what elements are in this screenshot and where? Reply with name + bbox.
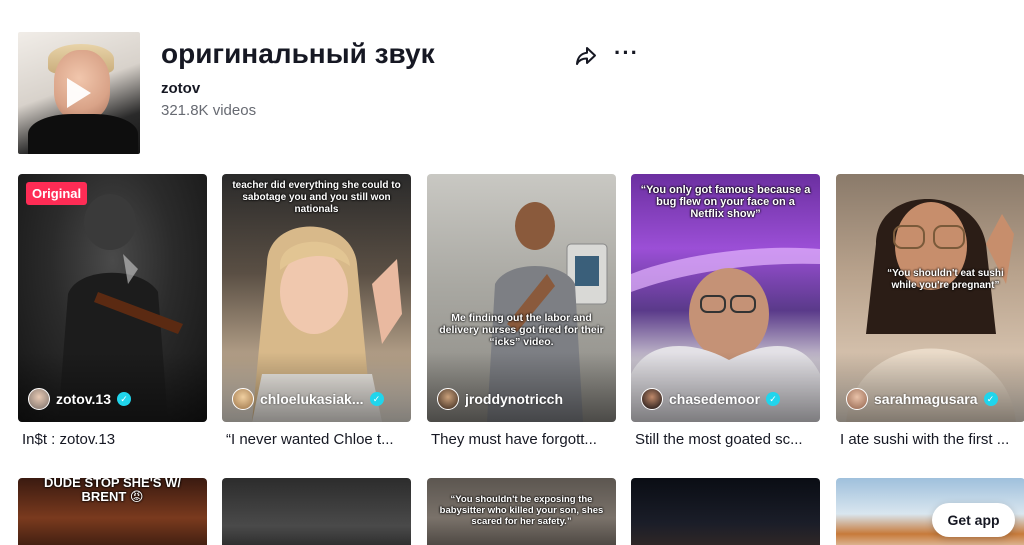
original-badge: Original (26, 182, 88, 205)
video-caption: Me finding out the labor and delivery nu… (439, 312, 604, 348)
video-description[interactable]: In$t : zotov.13 (22, 431, 207, 448)
avatar (846, 388, 868, 410)
video-caption: teacher did everything she could to sabo… (232, 180, 401, 215)
video-caption: “You only got famous because a bug flew … (640, 184, 811, 220)
cover-shirt (28, 114, 138, 154)
username[interactable]: jroddynotricch (465, 391, 563, 407)
verified-check-icon: ✓ (116, 392, 131, 406)
sound-header: оригинальный звук zotov 321.8K videos ··… (18, 32, 658, 154)
get-app-button[interactable]: Get app (932, 503, 1015, 537)
video-thumbnail[interactable]: “You shouldn't be exposing the babysitte… (427, 478, 616, 545)
video-thumbnail[interactable]: Original zotov.13 ✓ (18, 174, 207, 422)
videos-count: 321.8K videos (161, 102, 257, 119)
video-description[interactable]: I ate sushi with the first ... (840, 431, 1024, 448)
video-user[interactable]: jroddynotricch (437, 388, 563, 410)
verified-check-icon: ✓ (369, 392, 384, 406)
video-description[interactable]: Still the most goated sc... (635, 431, 820, 448)
thumbnail-overlay (427, 352, 616, 422)
video-caption: DUDE STOP SHE'S W/ BRENT 😡 (44, 478, 181, 504)
video-thumbnail[interactable]: Me finding out the labor and delivery nu… (427, 174, 616, 422)
thumbnail-overlay (836, 352, 1024, 422)
thumbnail-overlay (18, 352, 207, 422)
video-user[interactable]: chloelukasiak... ✓ (232, 388, 384, 410)
video-description[interactable]: They must have forgott... (431, 431, 616, 448)
thumbnail-overlay (631, 352, 820, 422)
username[interactable]: chloelukasiak... (260, 391, 364, 407)
sound-author[interactable]: zotov (161, 80, 200, 97)
video-thumbnail[interactable]: “You only got famous because a bug flew … (631, 174, 820, 422)
video-thumbnail[interactable] (222, 478, 411, 545)
thumbnail-overlay (222, 352, 411, 422)
video-thumbnail[interactable] (631, 478, 820, 545)
video-caption: “You shouldn't be exposing the babysitte… (439, 494, 604, 527)
username[interactable]: chasedemoor (669, 391, 760, 407)
video-user[interactable]: chasedemoor ✓ (641, 388, 781, 410)
video-thumbnail[interactable]: teacher did everything she could to sabo… (222, 174, 411, 422)
verified-check-icon: ✓ (766, 392, 781, 406)
play-icon[interactable] (67, 78, 91, 108)
avatar (641, 388, 663, 410)
more-dots-icon[interactable]: ··· (614, 42, 640, 66)
avatar (232, 388, 254, 410)
avatar (28, 388, 50, 410)
verified-check-icon: ✓ (983, 392, 998, 406)
username[interactable]: sarahmagusara (874, 391, 978, 407)
avatar (437, 388, 459, 410)
video-description[interactable]: “I never wanted Chloe t... (226, 431, 411, 448)
video-thumbnail[interactable]: DUDE STOP SHE'S W/ BRENT 😡 (18, 478, 207, 545)
video-user[interactable]: sarahmagusara ✓ (846, 388, 998, 410)
video-caption: “You shouldn't eat sushi while you're pr… (887, 268, 1004, 291)
sound-title: оригинальный звук (161, 38, 435, 69)
video-user[interactable]: zotov.13 ✓ (28, 388, 131, 410)
username[interactable]: zotov.13 (56, 391, 111, 407)
share-arrow-icon[interactable] (574, 44, 598, 68)
video-thumbnail[interactable]: “You shouldn't eat sushi while you're pr… (836, 174, 1024, 422)
sound-cover[interactable] (18, 32, 140, 154)
